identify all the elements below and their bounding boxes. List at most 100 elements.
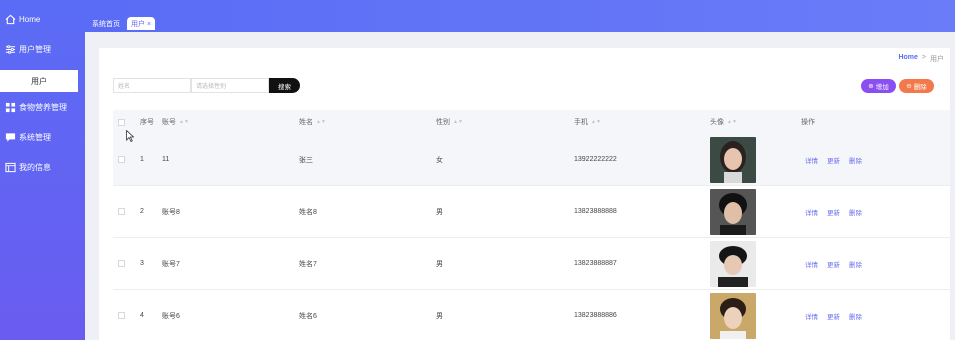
chat-icon — [4, 131, 16, 143]
header-account-label: 账号 — [162, 119, 176, 126]
header-index: 序号 — [140, 119, 154, 126]
main-content: Home > 用户 姓名 请选择性别 搜索 ⊕ 增加 ⊖ 删除 序号 账号 ▲▼ … — [85, 32, 955, 340]
delete-link[interactable]: 删除 — [849, 311, 862, 321]
row-checkbox[interactable] — [118, 208, 125, 215]
header-ops: 操作 — [801, 119, 815, 126]
user-table: 序号 账号 ▲▼ 姓名 ▲▼ 性别 ▲▼ 手机 ▲▼ 头像 ▲▼ 操作 1 11 张三 女… — [113, 110, 950, 340]
breadcrumb-home[interactable]: Home — [898, 54, 917, 64]
cell-phone: 13922222222 — [574, 156, 617, 163]
header-gender-label: 性别 — [436, 119, 450, 126]
update-link[interactable]: 更新 — [827, 207, 840, 217]
window-icon — [4, 161, 16, 173]
update-link[interactable]: 更新 — [827, 311, 840, 321]
detail-link[interactable]: 详情 — [805, 155, 818, 165]
delete-button[interactable]: ⊖ 删除 — [899, 79, 934, 93]
sort-icon: ▲▼ — [179, 119, 189, 125]
sidebar-item-label: 系统管理 — [19, 132, 51, 142]
cell-phone: 13823888887 — [574, 260, 617, 267]
cell-index: 4 — [140, 312, 144, 319]
avatar — [710, 136, 756, 183]
cell-index: 3 — [140, 260, 144, 267]
sort-icon: ▲▼ — [591, 119, 601, 125]
grid-icon — [4, 101, 16, 113]
cell-gender: 男 — [436, 312, 443, 320]
tab-home[interactable]: 系统首页 — [88, 17, 124, 30]
gender-select[interactable]: 请选择性别 — [191, 78, 269, 93]
avatar — [710, 292, 756, 339]
sort-icon: ▲▼ — [727, 119, 737, 125]
header-phone-label: 手机 — [574, 119, 588, 126]
cell-gender: 男 — [436, 260, 443, 268]
name-search-input[interactable]: 姓名 — [113, 78, 191, 93]
header-avatar[interactable]: 头像 ▲▼ — [710, 110, 737, 134]
header-avatar-label: 头像 — [710, 119, 724, 126]
sort-icon: ▲▼ — [453, 119, 463, 125]
detail-link[interactable]: 详情 — [805, 207, 818, 217]
detail-link[interactable]: 详情 — [805, 311, 818, 321]
content-card: Home > 用户 姓名 请选择性别 搜索 ⊕ 增加 ⊖ 删除 序号 账号 ▲▼ … — [99, 48, 950, 340]
sliders-icon — [4, 43, 16, 55]
table-row[interactable]: 2 账号8 姓名8 男 13823888888 详情 更新 删除 — [113, 186, 950, 238]
sidebar-item-my-info[interactable]: 我的信息 — [0, 157, 85, 177]
cell-account: 11 — [162, 156, 170, 163]
cell-gender: 男 — [436, 208, 443, 216]
plus-circle-icon: ⊕ — [868, 83, 874, 90]
cell-name: 姓名6 — [299, 312, 317, 320]
cell-name: 张三 — [299, 156, 313, 164]
sort-icon: ▲▼ — [316, 119, 326, 125]
cell-index: 1 — [140, 156, 144, 163]
breadcrumb: Home > 用户 — [898, 54, 944, 64]
table-header: 序号 账号 ▲▼ 姓名 ▲▼ 性别 ▲▼ 手机 ▲▼ 头像 ▲▼ 操作 — [113, 110, 950, 134]
breadcrumb-current: 用户 — [930, 56, 944, 63]
sidebar-item-user-mgmt[interactable]: 用户管理 — [0, 39, 85, 59]
top-bar: 系统首页 用户 × — [85, 0, 955, 32]
search-button[interactable]: 搜索 — [269, 78, 300, 93]
header-name-label: 姓名 — [299, 119, 313, 126]
delete-link[interactable]: 删除 — [849, 207, 862, 217]
avatar — [710, 188, 756, 235]
cell-phone: 13823888886 — [574, 312, 617, 319]
add-button[interactable]: ⊕ 增加 — [861, 79, 896, 93]
cell-account: 账号7 — [162, 260, 180, 268]
detail-link[interactable]: 详情 — [805, 259, 818, 269]
sidebar-item-home[interactable]: Home — [0, 9, 85, 29]
row-checkbox[interactable] — [118, 312, 125, 319]
minus-circle-icon: ⊖ — [906, 83, 912, 90]
update-link[interactable]: 更新 — [827, 155, 840, 165]
table-row[interactable]: 3 账号7 姓名7 男 13823888887 详情 更新 删除 — [113, 238, 950, 290]
sidebar-item-sys-mgmt[interactable]: 系统管理 — [0, 127, 85, 147]
cell-account: 账号6 — [162, 312, 180, 320]
table-row[interactable]: 4 账号6 姓名6 男 13823888886 详情 更新 删除 — [113, 290, 950, 340]
header-name[interactable]: 姓名 ▲▼ — [299, 110, 326, 134]
row-checkbox[interactable] — [118, 156, 125, 163]
delete-link[interactable]: 删除 — [849, 259, 862, 269]
mouse-cursor-icon — [126, 130, 134, 142]
row-checkbox[interactable] — [118, 260, 125, 267]
cell-index: 2 — [140, 208, 144, 215]
update-link[interactable]: 更新 — [827, 259, 840, 269]
search-bar: 姓名 请选择性别 搜索 — [113, 78, 300, 93]
header-phone[interactable]: 手机 ▲▼ — [574, 110, 601, 134]
sidebar-item-label: 我的信息 — [19, 162, 51, 172]
sidebar-item-label: Home — [19, 14, 41, 24]
header-account[interactable]: 账号 ▲▼ — [162, 110, 189, 134]
avatar — [710, 240, 756, 287]
cell-name: 姓名8 — [299, 208, 317, 216]
breadcrumb-separator: > — [921, 54, 926, 61]
cell-account: 账号8 — [162, 208, 180, 216]
sidebar-item-label: 食物营养管理 — [19, 102, 67, 112]
select-all-checkbox[interactable] — [118, 118, 125, 126]
sidebar: Home 用户管理 用户 食物营养管理 系统管理 我的信息 — [0, 0, 85, 340]
delete-link[interactable]: 删除 — [849, 155, 862, 165]
tab-user[interactable]: 用户 × — [127, 17, 156, 30]
sidebar-item-label: 用户管理 — [19, 44, 51, 54]
home-icon — [4, 13, 16, 25]
delete-button-label: 删除 — [913, 84, 927, 91]
header-gender[interactable]: 性别 ▲▼ — [436, 110, 463, 134]
cell-phone: 13823888888 — [574, 208, 617, 215]
sidebar-item-food-mgmt[interactable]: 食物营养管理 — [0, 97, 85, 117]
cell-name: 姓名7 — [299, 260, 317, 268]
sidebar-subitem-user[interactable]: 用户 — [0, 70, 78, 92]
table-row[interactable]: 1 11 张三 女 13922222222 详情 更新 删除 — [113, 134, 950, 186]
cell-gender: 女 — [436, 156, 443, 164]
